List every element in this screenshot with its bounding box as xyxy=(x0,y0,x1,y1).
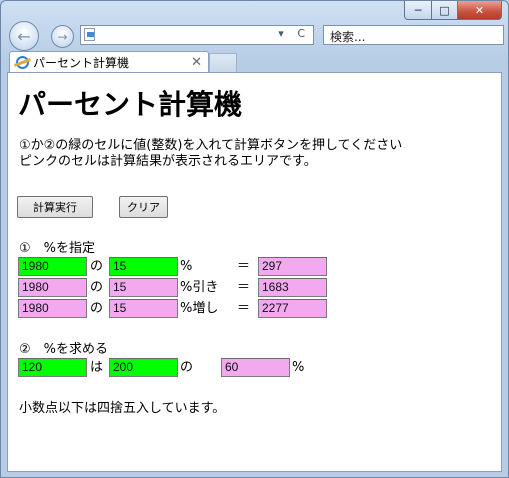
instruction-line-1: ①か②の緑のセルに値(整数)を入れて計算ボタンを押してください xyxy=(19,138,403,153)
label-equals: ＝ xyxy=(237,259,251,274)
address-bar[interactable]: ▾ C xyxy=(80,25,314,45)
part-input[interactable]: 120 xyxy=(18,358,87,377)
label-no: の xyxy=(180,360,194,375)
tab-percent-calculator[interactable]: パーセント計算機 ✕ xyxy=(9,51,209,72)
result-output: 2277 xyxy=(258,299,327,318)
label-equals: ＝ xyxy=(237,280,251,295)
forward-arrow-icon: → xyxy=(57,29,68,44)
back-button[interactable]: ← xyxy=(9,21,39,51)
value-mirror: 1980 xyxy=(18,299,87,318)
search-box[interactable]: 検索... xyxy=(323,25,504,45)
address-tools-icons[interactable]: ▾ C xyxy=(278,27,310,40)
instructions: ①か②の緑のセルに値(整数)を入れて計算ボタンを押してください ピンクのセルは計… xyxy=(19,138,402,170)
tab-title: パーセント計算機 xyxy=(33,55,130,70)
result-output: 1683 xyxy=(258,278,327,297)
percent-mirror: 15 xyxy=(109,299,178,318)
percent-mirror: 15 xyxy=(109,278,178,297)
result-output: 297 xyxy=(258,257,327,276)
page-title: パーセント計算機 xyxy=(18,88,243,121)
sec1-row-discount: 1980 の 15 %引き ＝ 1683 xyxy=(18,278,348,297)
new-tab-button[interactable] xyxy=(209,53,237,72)
ie-icon xyxy=(16,55,29,69)
whole-input[interactable]: 200 xyxy=(109,358,178,377)
label-percent: % xyxy=(292,360,305,375)
sec1-row-markup: 1980 の 15 %増し ＝ 2277 xyxy=(18,299,348,318)
clear-button[interactable]: クリア xyxy=(119,196,168,218)
percent-result-output: 60 xyxy=(221,358,290,377)
page-icon xyxy=(84,28,95,41)
page-content: パーセント計算機 ①か②の緑のセルに値(整数)を入れて計算ボタンを押してください… xyxy=(7,72,502,472)
tab-close-icon[interactable]: ✕ xyxy=(191,55,202,70)
section1-title: ① %を指定 xyxy=(19,241,96,256)
value-mirror: 1980 xyxy=(18,278,87,297)
value-input[interactable]: 1980 xyxy=(18,257,87,276)
instruction-line-2: ピンクのセルは計算結果が表示されるエリアです。 xyxy=(19,154,317,169)
section2-title: ② %を求める xyxy=(19,342,109,357)
sec2-row: 120 は 200 の 60 % xyxy=(18,358,348,377)
label-suffix: %引き xyxy=(180,280,219,295)
label-no: の xyxy=(90,259,104,274)
calculate-button[interactable]: 計算実行 xyxy=(17,196,93,218)
forward-button[interactable]: → xyxy=(51,25,74,48)
browser-window: ─ □ ✕ ← → ▾ C 検索... パーセント計算機 ✕ パーセント計算機 … xyxy=(0,0,509,478)
sec1-row-percent: 1980 の 15 % ＝ 297 xyxy=(18,257,348,276)
label-no: の xyxy=(90,301,104,316)
label-suffix: % xyxy=(180,259,193,274)
tab-bar: パーセント計算機 ✕ xyxy=(1,51,508,72)
rounding-note: 小数点以下は四捨五入しています。 xyxy=(19,401,226,416)
percent-input[interactable]: 15 xyxy=(109,257,178,276)
navigation-bar: ← → ▾ C 検索... xyxy=(1,17,508,51)
label-suffix: %増し xyxy=(180,301,219,316)
label-wa: は xyxy=(90,360,104,375)
back-arrow-icon: ← xyxy=(17,26,31,46)
label-no: の xyxy=(90,280,104,295)
label-equals: ＝ xyxy=(237,301,251,316)
